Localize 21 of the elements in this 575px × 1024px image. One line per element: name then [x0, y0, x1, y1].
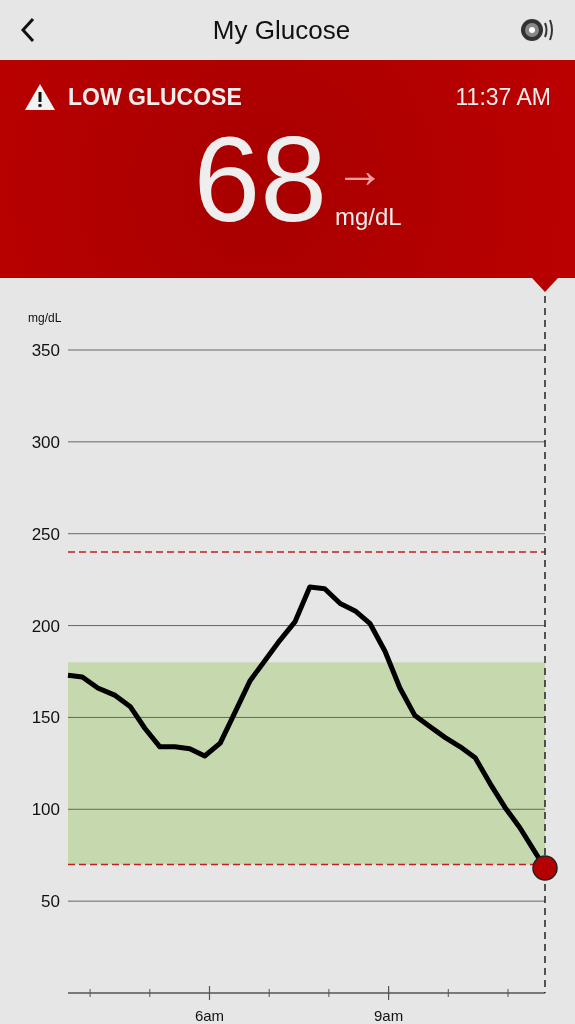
axis-unit-label: mg/dL — [28, 311, 62, 325]
y-axis-label: 150 — [31, 708, 60, 728]
y-axis-label: 350 — [31, 341, 60, 360]
y-axis-label: 100 — [31, 800, 60, 820]
warning-icon — [24, 83, 56, 112]
screen-title: My Glucose — [212, 13, 351, 47]
y-axis-label: 50 — [41, 892, 60, 912]
alert-time: 11:37 AM — [455, 83, 551, 112]
y-axis-label: 300 — [31, 432, 60, 452]
speaker-sound-icon — [519, 16, 555, 44]
y-axis-label: 200 — [31, 616, 60, 636]
glucose-reading: 68 — [193, 118, 327, 239]
trend-arrow: → — [334, 144, 385, 195]
x-axis-label: 9am — [374, 1007, 404, 1024]
current-reading-dot — [532, 855, 558, 881]
x-axis-label: 6am — [194, 1007, 225, 1024]
back-icon — [20, 17, 36, 43]
alert-title: LOW GLUCOSE — [68, 83, 242, 112]
pointer-notch — [532, 278, 558, 292]
y-axis-label: 250 — [31, 524, 60, 544]
unit-label: mg/dL — [334, 201, 402, 232]
